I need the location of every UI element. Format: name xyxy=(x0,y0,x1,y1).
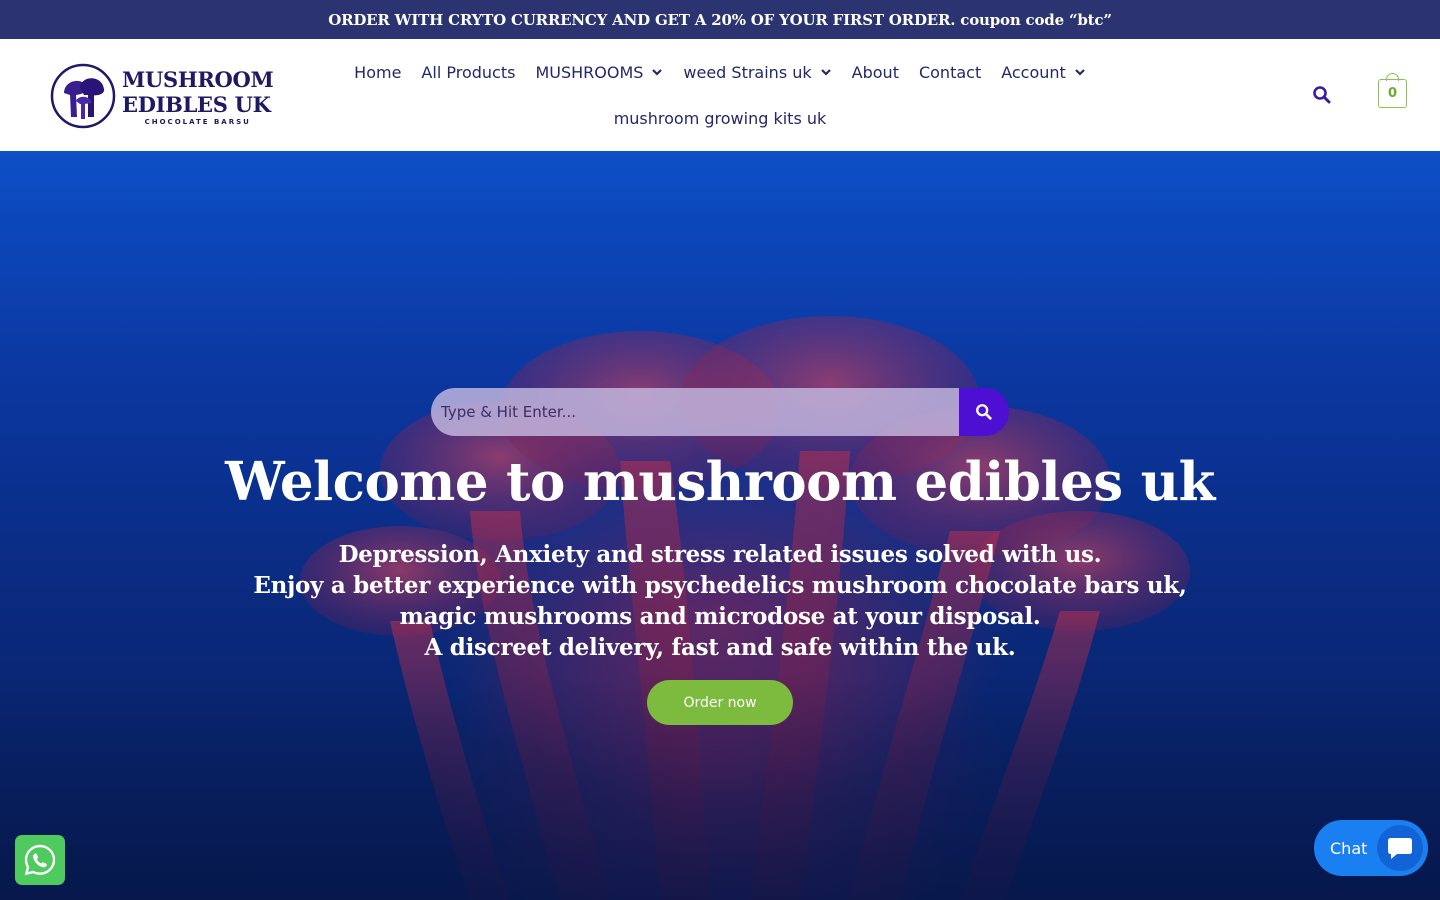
search-submit-button[interactable] xyxy=(959,388,1009,436)
hero-line: A discreet delivery, fast and safe withi… xyxy=(424,634,1016,661)
nav-item-label: mushroom growing kits uk xyxy=(613,108,827,128)
cart-button[interactable]: 0 xyxy=(1378,73,1408,109)
nav-item-label: All Products xyxy=(421,62,516,82)
nav-item-all-products[interactable]: All Products xyxy=(411,63,525,82)
logo-wordmark: MUSHROOM EDIBLES UK CHOCOLATE BARSU xyxy=(122,66,274,126)
nav-item-label: Contact xyxy=(918,62,982,82)
chevron-down-icon xyxy=(820,69,831,76)
whatsapp-icon xyxy=(24,844,56,876)
nav-item-home[interactable]: Home xyxy=(344,63,411,82)
nav-item-about[interactable]: About xyxy=(842,63,909,82)
chevron-down-icon xyxy=(1075,69,1085,76)
cart-count: 0 xyxy=(1378,79,1407,108)
hero-description: Depression, Anxiety and stress related i… xyxy=(230,539,1210,663)
speech-bubble-icon xyxy=(1388,838,1412,859)
nav-item-label: Account xyxy=(1001,62,1066,82)
nav-item-label: Home xyxy=(354,62,402,82)
chat-widget-button[interactable]: Chat xyxy=(1314,820,1428,876)
main-navigation: Home All Products MUSHROOMS weed Strains… xyxy=(354,51,1085,139)
site-header: MUSHROOM EDIBLES UK CHOCOLATE BARSU Home… xyxy=(0,39,1440,151)
nav-row-secondary: mushroom growing kits uk xyxy=(362,97,1078,139)
hero-search-form xyxy=(431,388,1009,436)
mushroom-logo-icon xyxy=(50,63,116,129)
logo-line-2: EDIBLES UK xyxy=(122,91,271,117)
search-icon xyxy=(976,404,992,420)
search-icon[interactable] xyxy=(1312,85,1332,105)
nav-item-weed-strains[interactable]: weed Strains uk xyxy=(673,63,841,82)
chat-label: Chat xyxy=(1330,838,1368,858)
chevron-down-icon xyxy=(652,69,663,76)
nav-item-label: weed Strains uk xyxy=(683,62,812,82)
promo-banner: ORDER WITH CRYTO CURRENCY AND GET A 20% … xyxy=(0,0,1440,39)
chat-bubble-icon xyxy=(1377,825,1423,871)
nav-item-label: MUSHROOMS xyxy=(535,62,644,82)
whatsapp-button[interactable] xyxy=(15,835,65,885)
nav-item-growing-kits[interactable]: mushroom growing kits uk xyxy=(604,109,837,128)
nav-item-label: About xyxy=(851,62,899,82)
order-now-button[interactable]: Order now xyxy=(647,680,793,725)
hero-title: Welcome to mushroom edibles uk xyxy=(225,451,1215,513)
mushroom-background-image xyxy=(0,151,1440,900)
logo-tagline: CHOCOLATE BARSU xyxy=(144,117,251,126)
nav-item-contact[interactable]: Contact xyxy=(909,63,991,82)
nav-item-account[interactable]: Account xyxy=(991,63,1096,82)
hero-section: Welcome to mushroom edibles uk Depressio… xyxy=(0,151,1440,900)
hero-line: Depression, Anxiety and stress related i… xyxy=(338,541,1102,568)
nav-row-primary: Home All Products MUSHROOMS weed Strains… xyxy=(354,51,1085,93)
site-logo[interactable]: MUSHROOM EDIBLES UK CHOCOLATE BARSU xyxy=(50,61,280,131)
logo-line-1: MUSHROOM xyxy=(122,66,274,92)
promo-text: ORDER WITH CRYTO CURRENCY AND GET A 20% … xyxy=(328,10,1112,29)
hero-line: Enjoy a better experience with psychedel… xyxy=(253,572,1187,630)
nav-item-mushrooms[interactable]: MUSHROOMS xyxy=(525,63,673,82)
search-input[interactable] xyxy=(431,388,959,436)
